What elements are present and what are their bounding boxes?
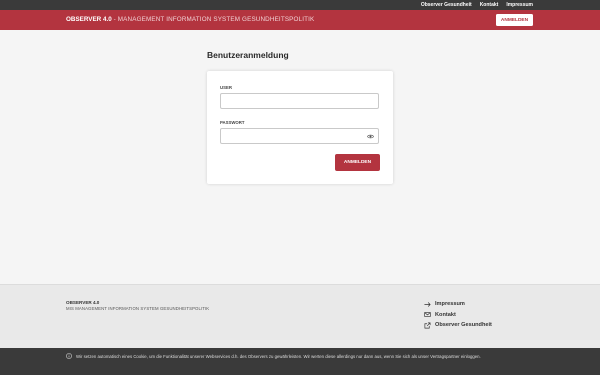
footer-link-label: Kontakt [435, 311, 456, 318]
brand-subtitle: - MANAGEMENT INFORMATION SYSTEM GESUNDHE… [111, 16, 315, 23]
footer-link-label: Observer Gesundheit [435, 322, 492, 328]
login-submit-button[interactable]: ANMELDEN [335, 154, 380, 171]
footer-links: Impressum Kontakt Observer Gesundheit [424, 299, 492, 331]
top-links: Observer Gesundheit Kontakt Impressum [421, 0, 533, 10]
cookie-notice-text: Wir setzen automatisch eines Cookie, um … [76, 354, 481, 359]
footer-subtitle: MIS MANAGEMENT INFORMATION SYSTEM GESUND… [66, 306, 210, 311]
footer-title: OBSERVER 4.0 [66, 300, 100, 305]
info-icon [66, 353, 72, 359]
brand-name: OBSERVER 4.0 [66, 16, 112, 23]
cookie-notice: Wir setzen automatisch eines Cookie, um … [0, 348, 600, 375]
login-card: USER PASSWORT ANMELDEN [207, 71, 393, 184]
password-input[interactable] [221, 134, 378, 148]
user-input[interactable] [221, 99, 378, 113]
footer-link-observer-gesundheit[interactable]: Observer Gesundheit [424, 320, 492, 330]
footer-link-kontakt[interactable]: Kontakt [424, 310, 492, 320]
user-label: USER [220, 85, 232, 90]
header-login-button[interactable]: ANMELDEN [496, 14, 533, 26]
eye-icon[interactable] [367, 133, 374, 140]
password-label: PASSWORT [220, 120, 245, 125]
external-link-icon [424, 322, 431, 328]
top-link-observer-gesundheit[interactable]: Observer Gesundheit [421, 2, 472, 8]
brand[interactable]: OBSERVER 4.0 - MANAGEMENT INFORMATION SY… [66, 16, 314, 23]
mail-icon [424, 312, 431, 317]
page-title: Benutzeranmeldung [207, 50, 289, 60]
footer-link-impressum[interactable]: Impressum [424, 299, 492, 309]
user-field-wrapper [220, 93, 379, 113]
footer: OBSERVER 4.0 MIS MANAGEMENT INFORMATION … [0, 284, 600, 348]
top-link-impressum[interactable]: Impressum [506, 2, 533, 8]
password-field-wrapper [220, 128, 379, 148]
top-utility-bar: Observer Gesundheit Kontakt Impressum [0, 0, 600, 10]
footer-link-label: Impressum [435, 301, 465, 307]
top-link-kontakt[interactable]: Kontakt [480, 2, 499, 8]
arrow-right-icon [424, 301, 431, 307]
